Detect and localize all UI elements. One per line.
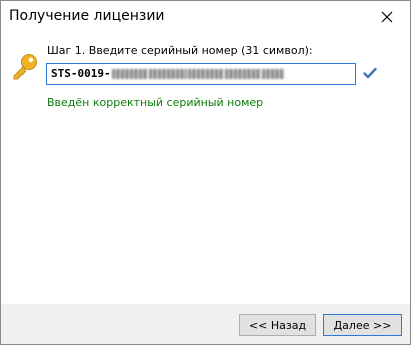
- dialog-content: Шаг 1. Введите серийный номер (31 символ…: [1, 32, 410, 304]
- validation-status: Введён корректный серийный номер: [47, 96, 264, 109]
- close-button[interactable]: [364, 1, 410, 32]
- redacted-segment: [261, 69, 284, 79]
- button-bar: << Назад Далее >>: [1, 304, 410, 344]
- key-icon: [13, 54, 37, 80]
- close-icon: [381, 11, 393, 22]
- redacted-segment: [111, 69, 148, 79]
- back-button[interactable]: << Назад: [239, 314, 316, 336]
- serial-number-input[interactable]: STS-0019-: [46, 63, 356, 85]
- license-dialog: Получение лицензии Шаг 1. Введите серийн…: [0, 0, 411, 345]
- dialog-title: Получение лицензии: [9, 8, 165, 24]
- step-label: Шаг 1. Введите серийный номер (31 символ…: [47, 44, 313, 57]
- redacted-segment: [187, 69, 224, 79]
- redacted-segment: [148, 69, 187, 79]
- checkmark-icon: [363, 67, 377, 79]
- serial-prefix: STS-0019-: [51, 67, 111, 80]
- title-bar: Получение лицензии: [1, 1, 410, 32]
- next-button[interactable]: Далее >>: [323, 314, 402, 336]
- redacted-segment: [224, 69, 261, 79]
